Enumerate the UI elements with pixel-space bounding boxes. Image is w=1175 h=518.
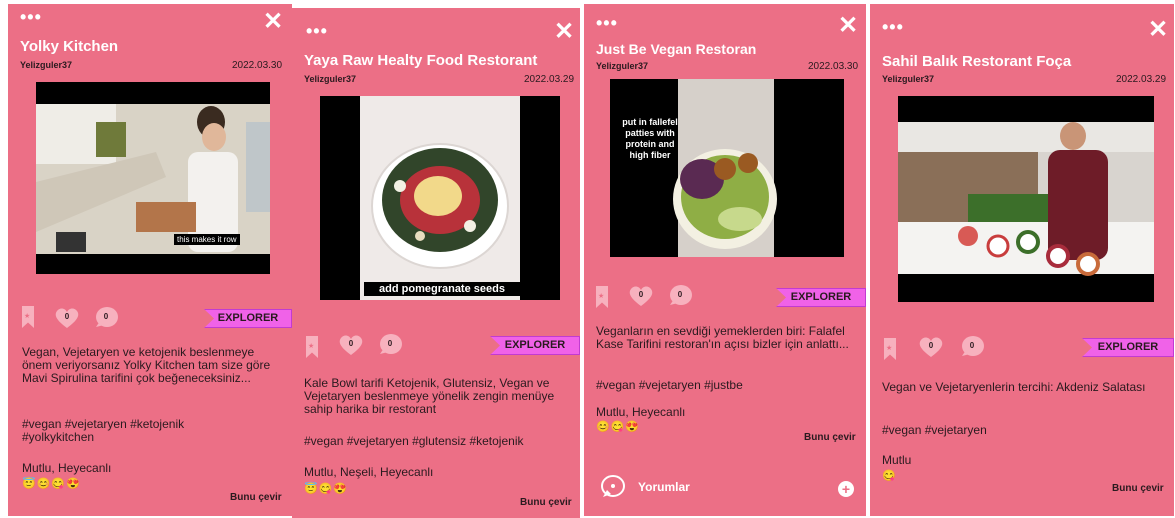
post-date: 2022.03.30: [232, 60, 283, 71]
post-video[interactable]: this makes it row: [36, 82, 270, 274]
like-count: 0: [638, 290, 644, 299]
comment-count: 0: [969, 341, 975, 350]
add-comment-icon[interactable]: +: [838, 481, 854, 497]
post-video[interactable]: put in fallefel patties with protein and…: [610, 79, 844, 257]
post-title[interactable]: Just Be Vegan Restoran: [596, 41, 756, 57]
kitchen-scene-image: [36, 82, 270, 274]
post-hashtags[interactable]: #vegan #vejetaryen #ketojenik #yolkykitc…: [22, 418, 252, 444]
post-hashtags[interactable]: #vegan #vejetaryen #justbe: [596, 379, 846, 392]
like-button[interactable]: 0: [628, 285, 654, 307]
post-description: Vegan ve Vejetaryenlerin tercihi: Akdeni…: [882, 380, 1146, 394]
post-card-4: ••• ✕ Sahil Balık Restorant Foça Yelizgu…: [870, 4, 1174, 516]
translate-link[interactable]: Bunu çevir: [520, 497, 572, 508]
mood-emojis: 😇😊😋😍: [22, 478, 81, 490]
like-button[interactable]: 0: [54, 307, 80, 329]
like-count: 0: [64, 312, 70, 321]
bookmark-icon[interactable]: [884, 338, 896, 360]
post-date: 2022.03.29: [524, 74, 575, 85]
comment-count: 0: [103, 312, 109, 321]
post-title[interactable]: Yaya Raw Healty Food Restorant: [304, 52, 537, 69]
more-dots-icon[interactable]: •••: [596, 14, 618, 32]
post-username[interactable]: Yelizguler37: [304, 74, 356, 84]
explorer-badge[interactable]: EXPLORER: [776, 288, 866, 307]
post-username[interactable]: Yelizguler37: [882, 74, 934, 84]
comments-label: Yorumlar: [638, 480, 690, 494]
video-caption: put in fallefel patties with protein and…: [622, 117, 678, 160]
post-mood: Mutlu: [882, 453, 912, 467]
comment-button[interactable]: 0: [378, 334, 402, 356]
explorer-badge[interactable]: EXPLORER: [490, 336, 580, 355]
video-caption: this makes it row: [174, 234, 240, 245]
post-video[interactable]: [898, 96, 1154, 302]
comments-bar[interactable]: Yorumlar: [600, 475, 690, 499]
falafel-bowl-image: [610, 79, 844, 257]
post-hashtags[interactable]: #vegan #vejetaryen #glutensiz #ketojenik: [304, 435, 580, 448]
post-mood: Mutlu, Neşeli, Heyecanlı: [304, 465, 434, 479]
more-dots-icon[interactable]: •••: [306, 22, 328, 40]
bookmark-icon[interactable]: [306, 336, 318, 358]
post-card-2: ••• ✕ Yaya Raw Healty Food Restorant Yel…: [292, 8, 580, 518]
post-card-3: ••• ✕ Just Be Vegan Restoran Yelizguler3…: [584, 4, 866, 516]
comment-button[interactable]: 0: [668, 285, 692, 307]
close-icon[interactable]: ✕: [838, 14, 858, 38]
like-button[interactable]: 0: [918, 336, 944, 358]
mood-emojis: 😇😋😍: [304, 483, 349, 495]
like-count: 0: [348, 339, 354, 348]
post-username[interactable]: Yelizguler37: [596, 61, 648, 71]
video-caption: add pomegranate seeds: [364, 282, 520, 296]
post-username[interactable]: Yelizguler37: [20, 60, 72, 70]
close-icon[interactable]: ✕: [263, 10, 283, 34]
translate-link[interactable]: Bunu çevir: [1112, 483, 1164, 494]
close-icon[interactable]: ✕: [1148, 18, 1168, 42]
kale-bowl-image: [320, 96, 560, 300]
post-mood: Mutlu, Heyecanlı: [22, 461, 112, 475]
bookmark-icon[interactable]: [22, 306, 34, 328]
comment-button[interactable]: 0: [960, 336, 984, 358]
explorer-badge[interactable]: EXPLORER: [1082, 338, 1174, 357]
post-title[interactable]: Yolky Kitchen: [20, 38, 118, 55]
mood-emojis: 😊😋😍: [596, 421, 641, 433]
post-description: Vegan, Vejetaryen ve ketojenik beslenmey…: [22, 345, 271, 385]
translate-link[interactable]: Bunu çevir: [230, 492, 282, 503]
post-title[interactable]: Sahil Balık Restorant Foça: [882, 53, 1071, 70]
like-count: 0: [928, 341, 934, 350]
more-dots-icon[interactable]: •••: [882, 18, 904, 36]
comment-count: 0: [387, 339, 393, 348]
post-hashtags[interactable]: #vegan #vejetaryen: [882, 424, 1142, 437]
post-description: Kale Bowl tarifi Ketojenik, Glutensiz, V…: [304, 376, 555, 416]
post-mood: Mutlu, Heyecanlı: [596, 405, 686, 419]
post-description: Veganların en sevdiği yemeklerden biri: …: [596, 324, 849, 351]
mood-emojis: 😋: [882, 470, 897, 482]
like-button[interactable]: 0: [338, 334, 364, 356]
post-video[interactable]: add pomegranate seeds: [320, 96, 560, 300]
translate-link[interactable]: Bunu çevir: [804, 432, 856, 443]
post-card-1: ••• ✕ Yolky Kitchen Yelizguler37 2022.03…: [8, 4, 292, 516]
more-dots-icon[interactable]: •••: [20, 8, 42, 26]
bookmark-icon[interactable]: [596, 286, 608, 308]
restaurant-chef-image: [898, 96, 1154, 302]
close-icon[interactable]: ✕: [554, 20, 574, 44]
speech-bubble-icon: [601, 475, 625, 497]
post-date: 2022.03.30: [808, 61, 859, 72]
comment-button[interactable]: 0: [94, 307, 118, 329]
comment-count: 0: [677, 290, 683, 299]
explorer-badge[interactable]: EXPLORER: [204, 309, 292, 328]
post-date: 2022.03.29: [1116, 74, 1167, 85]
